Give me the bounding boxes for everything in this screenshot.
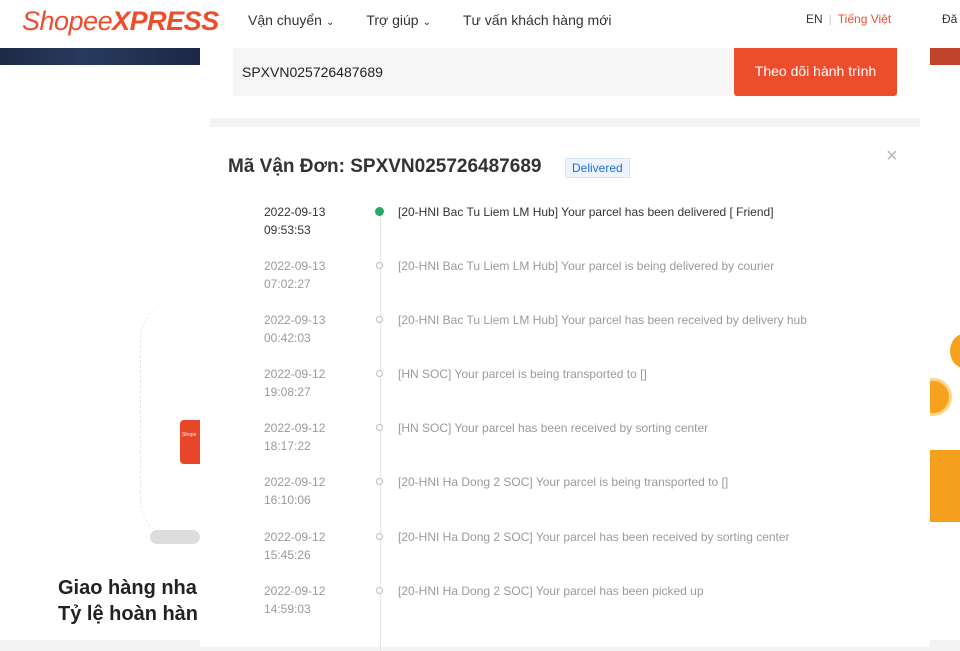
status-badge: Delivered xyxy=(565,158,630,178)
login-link[interactable]: Đă xyxy=(942,12,957,26)
event-date: 2022-09-13 xyxy=(264,205,326,219)
timeline-event: 2022-09-12 18:17:22 [HN SOC] Your parcel … xyxy=(0,419,960,473)
event-datetime: 2022-09-13 09:53:53 xyxy=(264,203,354,239)
waybill-title: Mã Vận Đơn: SPXVN025726487689 xyxy=(228,156,542,177)
event-description: [HN SOC] Your parcel is being transporte… xyxy=(398,367,647,381)
main-nav: Vận chuyển ⌄ Trợ giúp ⌄ Tư vấn khách hàng … xyxy=(248,12,643,28)
lang-en[interactable]: EN xyxy=(806,12,823,26)
event-description: [20-HNI Ha Dong 2 SOC] Your parcel has b… xyxy=(398,530,790,544)
timeline-dot-active xyxy=(375,207,384,216)
timeline-dot xyxy=(376,424,383,431)
timeline-event: 2022-09-12 16:10:06 [20-HNI Ha Dong 2 SOC… xyxy=(0,473,960,527)
nav-item-label: Tư vấn khách hàng mới xyxy=(462,12,612,28)
event-description: [HN SOC] Your parcel has been received b… xyxy=(398,421,709,435)
event-time: 16:10:06 xyxy=(264,493,311,507)
nav-item-van-chuyen[interactable]: Vận chuyển ⌄ xyxy=(248,12,334,28)
lang-separator: | xyxy=(828,12,832,26)
event-time: 07:02:27 xyxy=(264,277,311,291)
event-datetime: 2022-09-13 07:02:27 xyxy=(264,257,354,293)
timeline-dot xyxy=(376,587,383,594)
timeline-dot xyxy=(376,478,383,485)
close-icon[interactable]: × xyxy=(886,145,898,168)
event-time: 15:45:26 xyxy=(264,548,311,562)
timeline-dot xyxy=(376,370,383,377)
timeline-event: 2022-09-12 15:45:26 [20-HNI Ha Dong 2 SOC… xyxy=(0,528,960,582)
timeline-dot xyxy=(376,533,383,540)
tracking-search-card: SPXVN025726487689 Theo dõi hành trình xyxy=(200,48,930,118)
event-description: [20-HNI Ha Dong 2 SOC] Your parcel is be… xyxy=(398,475,729,489)
timeline-event: 2022-09-13 00:42:03 [20-HNI Bac Tu Liem L… xyxy=(0,311,960,365)
event-date: 2022-09-13 xyxy=(264,313,326,327)
chevron-down-icon: ⌄ xyxy=(422,17,431,28)
event-datetime: 2022-09-12 14:59:03 xyxy=(264,582,354,618)
event-description: [20-HNI Bac Tu Liem LM Hub] Your parcel … xyxy=(398,313,807,327)
timeline-event: 2022-09-12 19:08:27 [HN SOC] Your parcel … xyxy=(0,365,960,419)
event-datetime: 2022-09-13 00:42:03 xyxy=(264,311,354,347)
event-time: 14:59:03 xyxy=(264,602,311,616)
event-date: 2022-09-12 xyxy=(264,421,326,435)
event-description: [20-HNI Ha Dong 2 SOC] Your parcel has b… xyxy=(398,584,704,598)
nav-item-label: Vận chuyển xyxy=(248,12,322,28)
logo-shopee-text: Shopee xyxy=(22,6,113,36)
timeline-event: 2022-09-12 14:59:03 [20-HNI Ha Dong 2 SOC… xyxy=(0,582,960,636)
event-time: 00:42:03 xyxy=(264,331,311,345)
chevron-down-icon: ⌄ xyxy=(325,17,335,28)
event-date: 2022-09-12 xyxy=(264,530,326,544)
nav-item-tro-giup[interactable]: Trợ giúp ⌄ xyxy=(366,12,431,28)
tracking-number-input[interactable]: SPXVN025726487689 xyxy=(233,48,733,96)
timeline-event: 2022-09-13 07:02:27 [20-HNI Bac Tu Liem L… xyxy=(0,257,960,311)
event-datetime: 2022-09-12 15:45:26 xyxy=(264,528,354,564)
event-datetime: 2022-09-12 18:17:22 xyxy=(264,419,354,455)
event-datetime: 2022-09-12 19:08:27 xyxy=(264,365,354,401)
event-date: 2022-09-12 xyxy=(264,475,326,489)
event-time: 18:17:22 xyxy=(264,439,311,453)
language-switcher: EN | Tiếng Việt xyxy=(806,12,891,26)
nav-item-tu-van[interactable]: Tư vấn khách hàng mới xyxy=(463,12,612,28)
event-date: 2022-09-12 xyxy=(264,367,326,381)
event-description: [20-HNI Bac Tu Liem LM Hub] Your parcel … xyxy=(398,259,775,273)
event-time: 19:08:27 xyxy=(264,385,311,399)
logo-xpress-text: XPRESS xyxy=(112,6,219,36)
top-header: ShopeeXPRESS Vận chuyển ⌄ Trợ giúp ⌄ Tư vấ… xyxy=(0,0,960,48)
event-datetime: 2022-09-12 16:10:06 xyxy=(264,473,354,509)
shopee-xpress-logo[interactable]: ShopeeXPRESS xyxy=(22,6,219,37)
timeline-event: 2022-09-13 09:53:53 [20-HNI Bac Tu Liem L… xyxy=(0,203,960,257)
event-date: 2022-09-13 xyxy=(264,259,326,273)
nav-item-label: Trợ giúp xyxy=(366,12,419,28)
hero-banner-left xyxy=(0,48,210,65)
event-time: 09:53:53 xyxy=(264,223,311,237)
track-shipment-button[interactable]: Theo dõi hành trình xyxy=(734,48,897,96)
timeline-dot xyxy=(376,316,383,323)
lang-vi[interactable]: Tiếng Việt xyxy=(838,12,891,26)
event-description: [20-HNI Bac Tu Liem LM Hub] Your parcel … xyxy=(398,205,774,219)
event-date: 2022-09-12 xyxy=(264,584,326,598)
timeline-dot xyxy=(376,262,383,269)
